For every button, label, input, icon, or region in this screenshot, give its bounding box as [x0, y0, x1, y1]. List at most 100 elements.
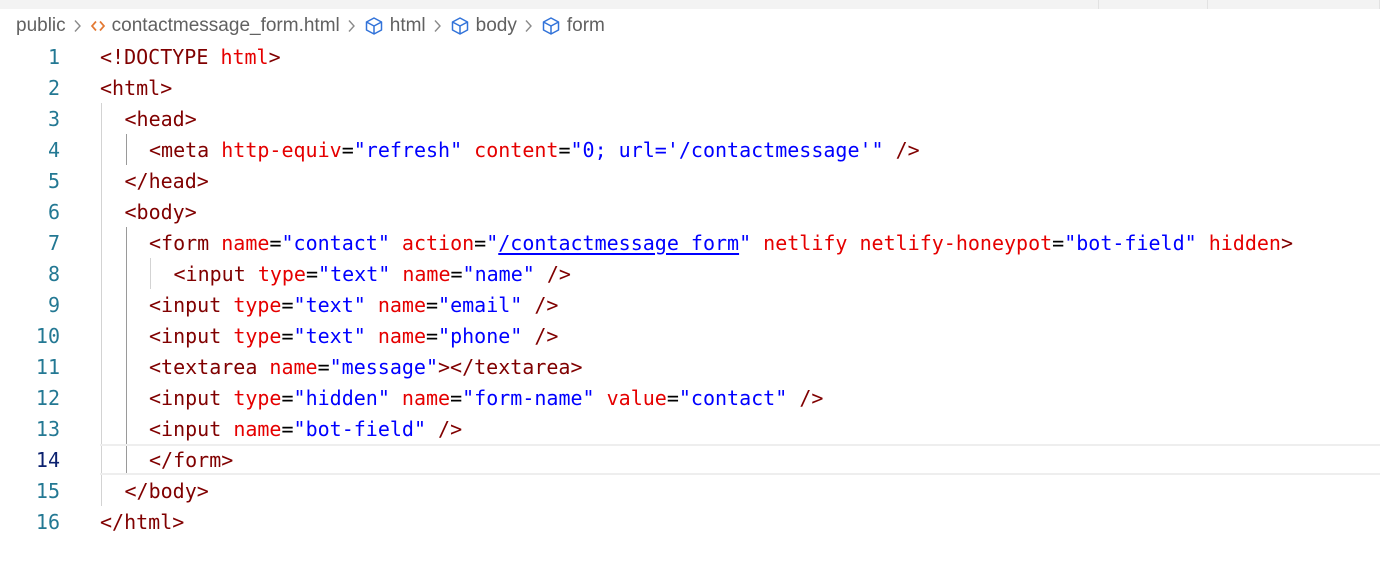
breadcrumb-folder[interactable]: public	[16, 15, 66, 37]
tab-strip-segment	[0, 0, 1099, 9]
punctuation-token: <	[100, 75, 113, 100]
code-text: < body >	[125, 196, 197, 227]
breadcrumb-symbol-body[interactable]: body	[450, 15, 517, 37]
line-number: 15	[35, 478, 60, 503]
code-text: < input type = "text" name = "name" />	[174, 258, 571, 289]
indent-guide	[101, 475, 102, 506]
attribute-value-token: "refresh"	[353, 137, 463, 162]
punctuation-token: >	[172, 509, 185, 534]
attribute-name-token: value	[606, 385, 667, 410]
punctuation-token: />	[534, 292, 559, 317]
punctuation-token: <	[149, 292, 162, 317]
tag-name-token: meta	[161, 137, 210, 162]
code-line[interactable]: 14 </form >	[0, 444, 1380, 475]
editor-tab-strip	[0, 0, 1380, 9]
code-line[interactable]: 6 < body >	[0, 196, 1380, 227]
line-number: 6	[47, 199, 60, 224]
breadcrumb: public contactmessage_form.html html bod…	[0, 9, 1380, 43]
attribute-name-token: name	[401, 385, 451, 410]
code-line[interactable]: 8 < input type = "text" name = "name" />	[0, 258, 1380, 289]
code-line[interactable]: 7 < form name = "contact" action = "/contactme…	[0, 227, 1380, 258]
tag-name-token: input	[185, 261, 246, 286]
punctuation-token: />	[534, 323, 559, 348]
line-number: 4	[47, 137, 60, 162]
code-line[interactable]: 10 < input type = "text" name = "phone" />	[0, 320, 1380, 351]
attribute-value-token: "text"	[293, 292, 366, 317]
attribute-value-token: "name"	[462, 261, 535, 286]
equals-token: =	[450, 261, 463, 286]
attribute-name-token: name	[402, 261, 451, 286]
code-text: < input name = "bot-field" />	[149, 413, 462, 444]
punctuation-token: <	[124, 199, 137, 224]
attribute-value-token: "contact"	[281, 230, 390, 255]
link-token[interactable]: /contactmessage_form	[498, 231, 739, 255]
code-line[interactable]: 1 <! DOCTYPE html >	[0, 41, 1380, 72]
equals-token: =	[281, 292, 294, 317]
breadcrumb-symbol-form[interactable]: form	[541, 15, 605, 37]
punctuation-token: />	[799, 385, 824, 410]
code-line[interactable]: 12 < input type = "hidden" name = "form-name" …	[0, 382, 1380, 413]
attribute-name-token: type	[233, 385, 282, 410]
attribute-name-token: type	[257, 261, 306, 286]
punctuation-token: <	[149, 230, 162, 255]
punctuation-token: <	[173, 261, 186, 286]
code-line[interactable]: 11 < textarea name = "message" ></textarea >	[0, 351, 1380, 382]
equals-token: =	[426, 323, 439, 348]
tag-name-token: input	[161, 416, 222, 441]
punctuation-token: <	[124, 106, 137, 131]
attribute-name-token: name	[233, 416, 282, 441]
equals-token: =	[666, 385, 679, 410]
code-line[interactable]: 13 < input name = "bot-field" />	[0, 413, 1380, 444]
code-text: </head >	[125, 165, 209, 196]
code-line[interactable]: 3 < head >	[0, 103, 1380, 134]
line-number: 16	[35, 509, 60, 534]
doctype-token: DOCTYPE	[124, 44, 209, 69]
attribute-value-token: "bot-field"	[293, 416, 426, 441]
code-text: <! DOCTYPE html >	[100, 41, 281, 72]
attribute-name-token: netlify	[763, 230, 848, 255]
breadcrumb-folder-label: public	[16, 15, 66, 36]
code-editor[interactable]: 1 <! DOCTYPE html >2 < html >3 < head >4 < meta htt…	[0, 41, 1380, 537]
attribute-value-token: "	[739, 230, 752, 255]
equals-token: =	[474, 230, 487, 255]
equals-token: =	[426, 292, 439, 317]
indent-guide	[101, 444, 102, 475]
chevron-right-icon	[347, 19, 356, 33]
attribute-name-token: html	[220, 44, 269, 69]
punctuation-token: <	[149, 385, 162, 410]
code-line[interactable]: 16 </html >	[0, 506, 1380, 537]
breadcrumb-symbol-html[interactable]: html	[364, 15, 426, 37]
punctuation-token: />	[546, 261, 571, 286]
code-line[interactable]: 2 < html >	[0, 72, 1380, 103]
attribute-name-token: content	[474, 137, 559, 162]
indent-guide	[150, 258, 151, 289]
indent-guide	[125, 444, 127, 475]
punctuation-token: >	[221, 447, 234, 472]
tag-name-token: input	[161, 292, 222, 317]
code-line[interactable]: 15 </body >	[0, 475, 1380, 506]
code-line[interactable]: 5 </head >	[0, 165, 1380, 196]
attribute-name-token: action	[401, 230, 475, 255]
breadcrumb-file[interactable]: contactmessage_form.html	[90, 15, 340, 37]
breadcrumb-symbol-label: form	[566, 15, 605, 36]
indent-guide	[125, 382, 127, 413]
attribute-value-token: "text"	[293, 323, 366, 348]
equals-token: =	[450, 385, 463, 410]
punctuation-token: >	[184, 199, 197, 224]
equals-token: =	[269, 230, 282, 255]
html-file-icon	[90, 19, 106, 33]
punctuation-token: ></	[438, 354, 475, 379]
line-number: 5	[47, 168, 60, 193]
punctuation-token: <!	[100, 44, 125, 69]
tag-name-token: input	[161, 385, 222, 410]
punctuation-token: <	[149, 354, 162, 379]
code-line[interactable]: 9 < input type = "text" name = "email" />	[0, 289, 1380, 320]
attribute-name-token: http-equiv	[221, 137, 342, 162]
code-line[interactable]: 4 < meta http-equiv = "refresh" content = "0; …	[0, 134, 1380, 165]
